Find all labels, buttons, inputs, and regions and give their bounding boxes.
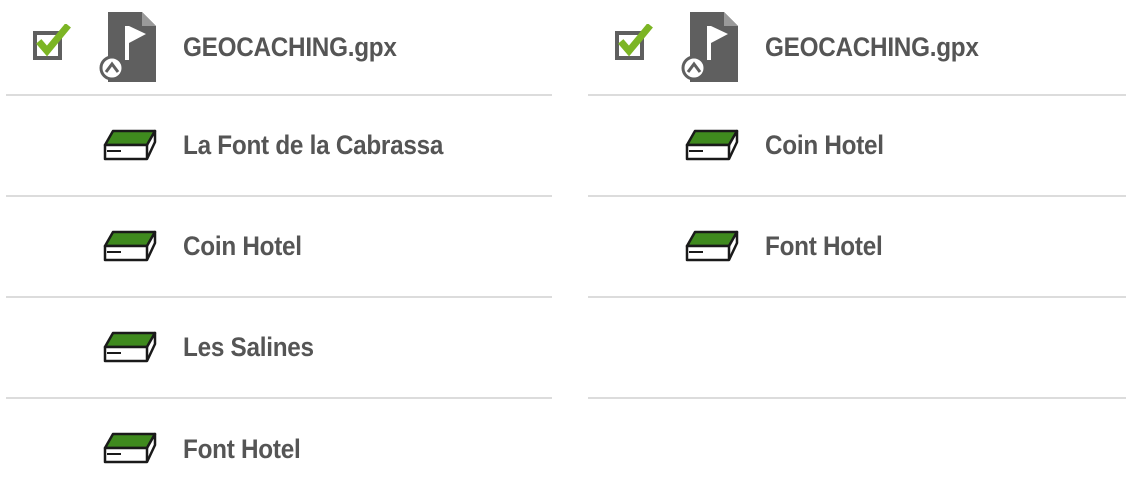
gpx-file-row[interactable]: GEOCACHING.gpx — [588, 0, 1126, 96]
gpx-file-label: GEOCACHING.gpx — [183, 31, 397, 62]
geocache-box-icon — [103, 331, 157, 363]
geocache-name: Font Hotel — [183, 434, 301, 464]
gpx-file-flag-icon — [681, 12, 738, 82]
geocache-list-item[interactable]: Les Salines — [6, 298, 552, 399]
checkbox-checked-icon[interactable] — [614, 24, 654, 64]
gpx-list-panel-right: GEOCACHING.gpx Coin Hotel Font Hotel — [588, 0, 1126, 399]
geocache-list-item[interactable]: Coin Hotel — [588, 96, 1126, 197]
checkbox-checked-icon[interactable] — [32, 24, 72, 64]
geocache-box-icon — [685, 129, 739, 161]
gpx-list-panel-left: GEOCACHING.gpx La Font de la Cabrassa Co… — [6, 0, 552, 500]
geocache-name: Les Salines — [183, 332, 314, 362]
geocache-list-item[interactable]: Font Hotel — [588, 197, 1126, 298]
geocache-list-item[interactable]: Font Hotel — [6, 399, 552, 500]
geocache-name: Coin Hotel — [183, 231, 302, 261]
geocache-box-icon — [685, 230, 739, 262]
gpx-file-label: GEOCACHING.gpx — [765, 31, 979, 62]
geocache-name: Coin Hotel — [765, 130, 884, 160]
geocache-box-icon — [103, 230, 157, 262]
geocache-name: Font Hotel — [765, 231, 883, 261]
gpx-file-row[interactable]: GEOCACHING.gpx — [6, 0, 552, 96]
geocache-box-icon — [103, 432, 157, 464]
geocache-list-item[interactable]: La Font de la Cabrassa — [6, 96, 552, 197]
geocache-list-item[interactable]: Coin Hotel — [6, 197, 552, 298]
empty-row — [588, 298, 1126, 399]
gpx-file-flag-icon — [99, 12, 156, 82]
geocache-name: La Font de la Cabrassa — [183, 130, 444, 160]
geocache-box-icon — [103, 129, 157, 161]
